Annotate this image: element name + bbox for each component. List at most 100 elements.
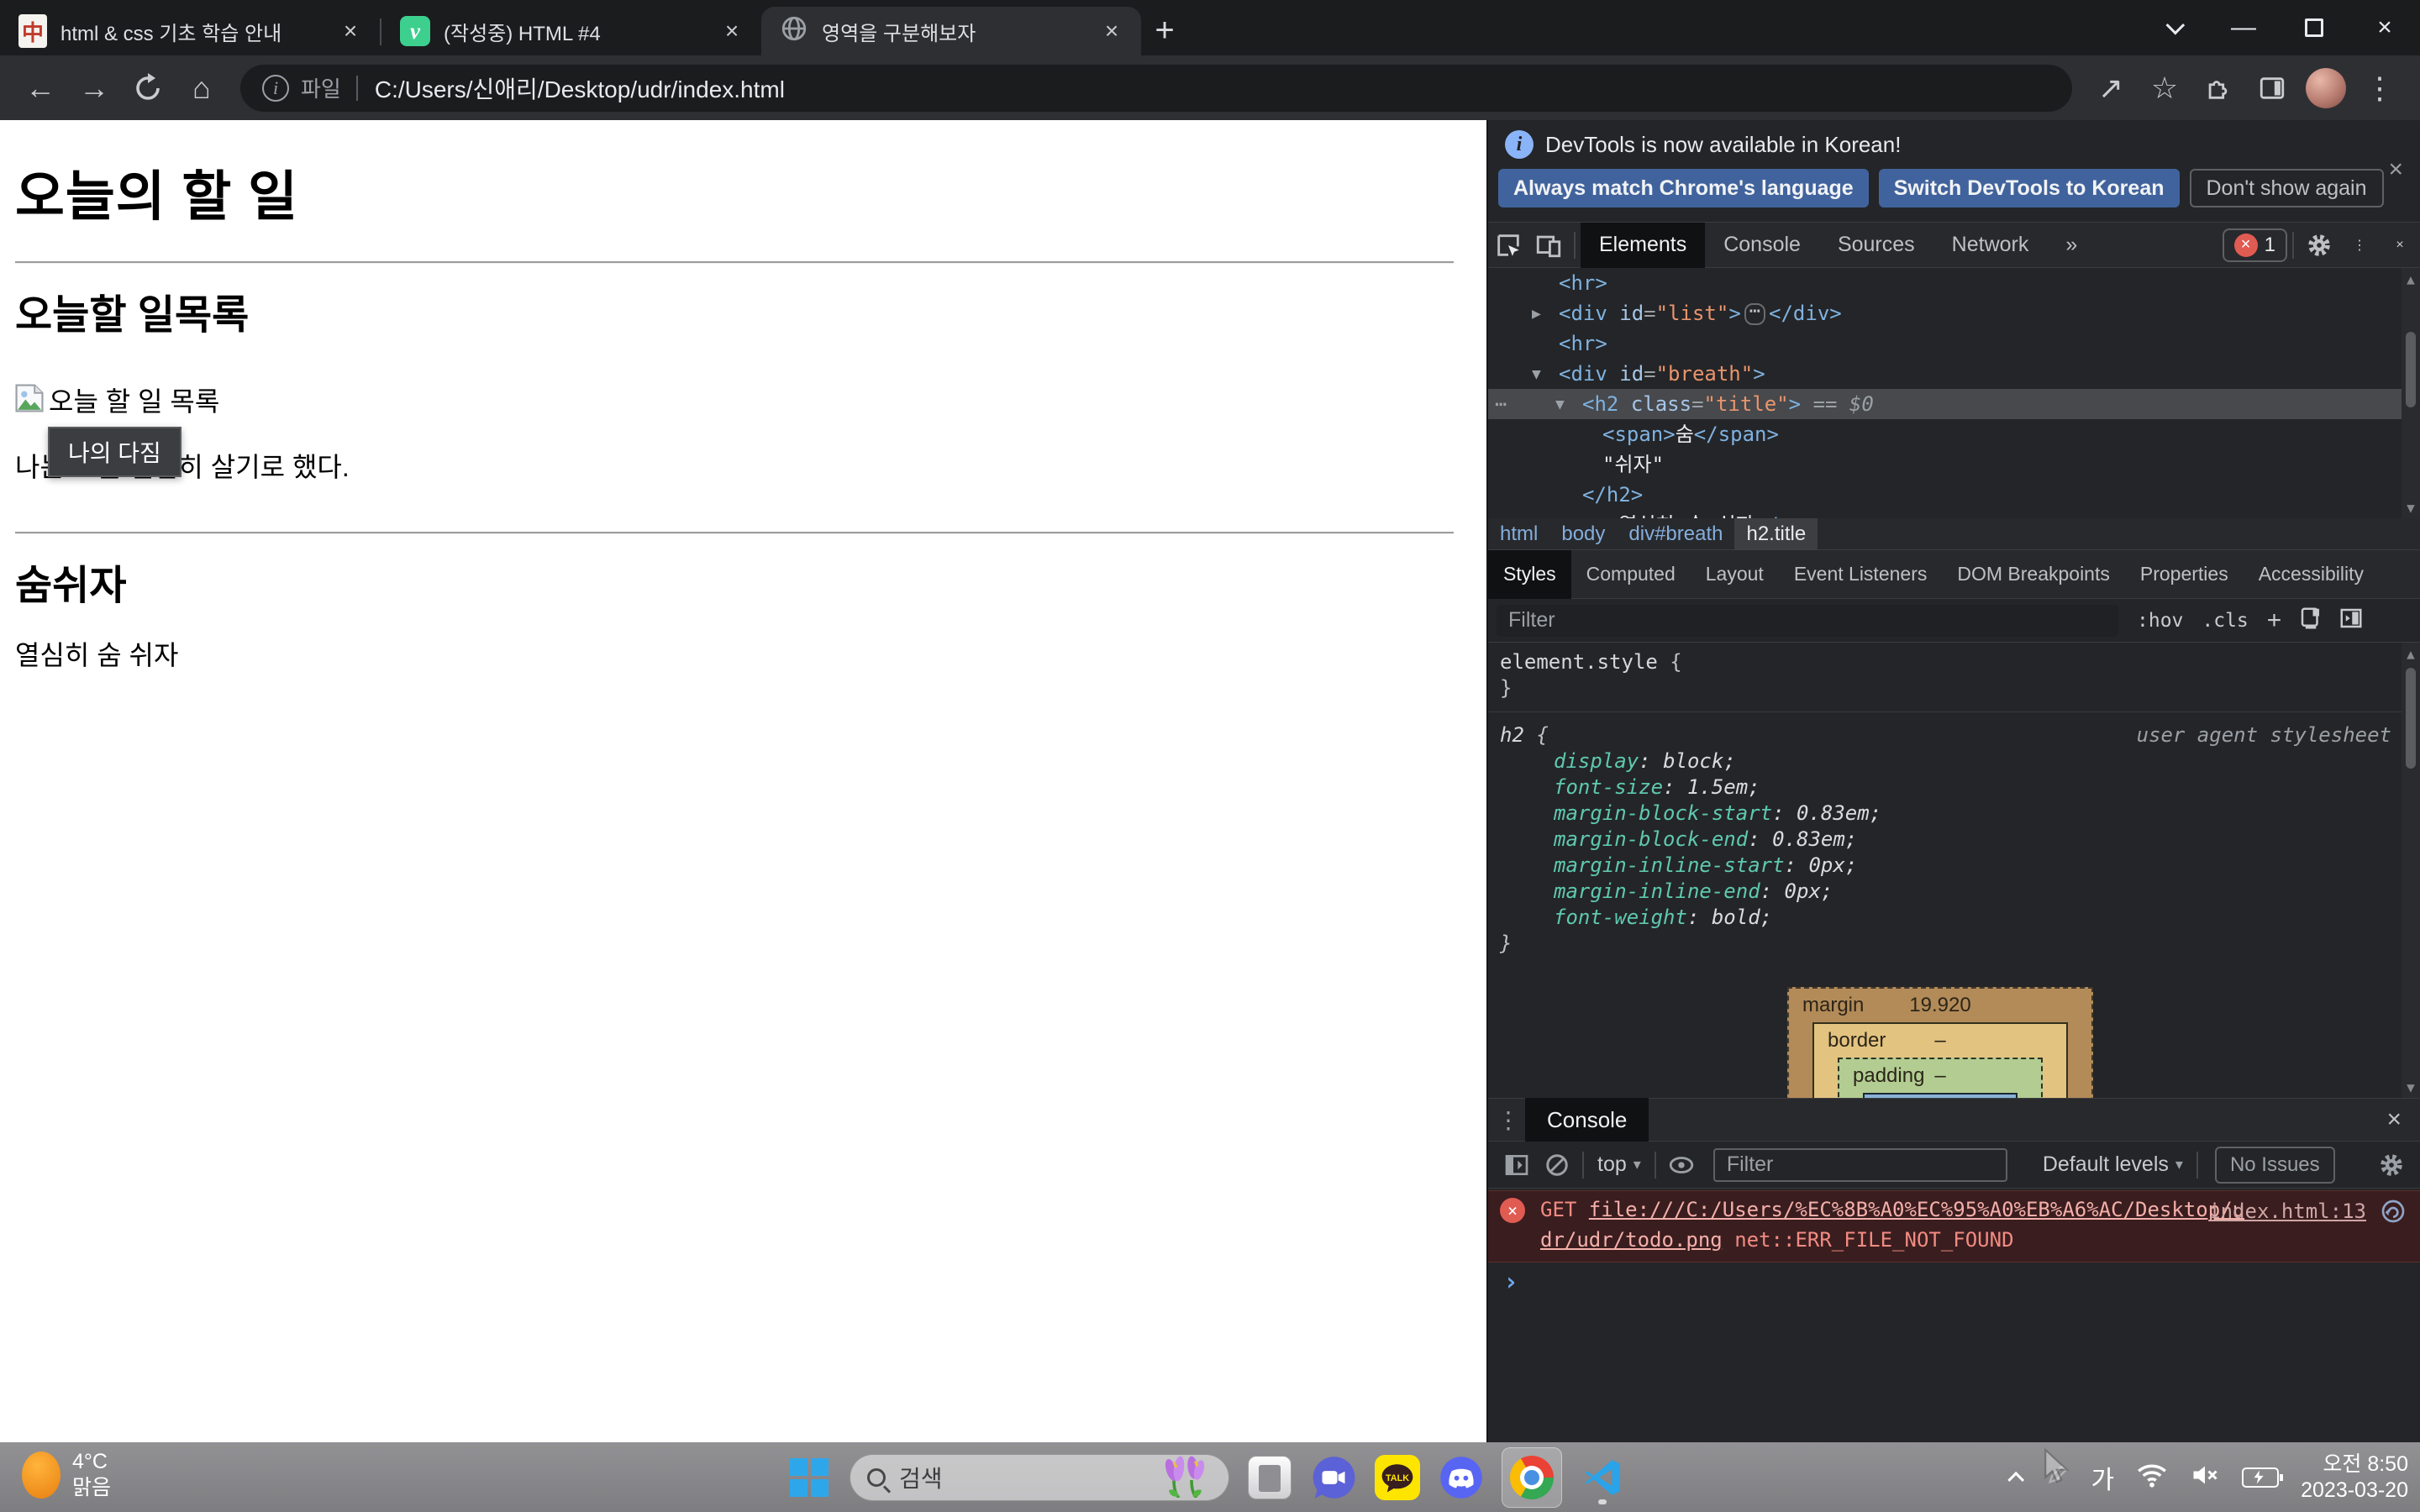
dom-node-hr[interactable]: <hr> — [1488, 268, 2420, 298]
seasonal-flowers-icon[interactable] — [1161, 1452, 1212, 1502]
tab-network[interactable]: Network — [1933, 223, 2048, 268]
tab-elements[interactable]: Elements — [1581, 222, 1706, 268]
console-levels-dropdown[interactable]: Default levels ▾ — [2043, 1152, 2183, 1177]
vscode-app-icon[interactable] — [1579, 1454, 1626, 1504]
breadcrumb-html[interactable]: html — [1488, 518, 1549, 550]
border-top-value[interactable]: – — [1814, 1029, 2066, 1053]
more-tabs-icon[interactable]: » — [2047, 223, 2096, 268]
dom-node-div-list[interactable]: ▶ <div id="list"> ⋯ </div> — [1488, 298, 2420, 328]
taskbar-clock[interactable]: 오전 8:50 2023-03-20 — [2301, 1452, 2408, 1504]
taskbar-weather-widget[interactable]: 4°C 맑음 — [22, 1449, 111, 1501]
discord-app-icon[interactable] — [1438, 1454, 1485, 1501]
box-model-margin[interactable]: margin 19.920 border – padding – — [1787, 987, 2093, 1098]
hidden-icons-chevron-icon[interactable] — [2007, 1471, 2024, 1488]
inspect-element-icon[interactable] — [1488, 225, 1528, 265]
profile-avatar[interactable] — [2306, 67, 2346, 108]
home-icon[interactable]: ⌂ — [175, 61, 229, 115]
dont-show-again-button[interactable]: Don't show again — [2189, 169, 2384, 207]
styles-scrollbar[interactable]: ▲ ▼ — [2402, 643, 2420, 1098]
error-url-link[interactable]: dr/udr/todo.png — [1540, 1228, 1723, 1252]
tab-computed[interactable]: Computed — [1571, 550, 1691, 599]
reload-icon[interactable] — [121, 61, 175, 115]
css-property[interactable]: margin-inline-end: 0px; — [1488, 879, 2420, 905]
side-panel-icon[interactable] — [2245, 61, 2299, 115]
dom-node-hr[interactable]: <hr> — [1488, 328, 2420, 359]
console-sidebar-toggle-icon[interactable] — [1497, 1145, 1537, 1185]
padding-top-value[interactable]: – — [1839, 1064, 2041, 1088]
scrollbar-thumb[interactable] — [2406, 668, 2416, 769]
live-expression-eye-icon[interactable] — [1661, 1145, 1702, 1185]
error-source-link[interactable]: index.html:13 — [2208, 1196, 2366, 1226]
devtools-settings-gear-icon[interactable] — [2299, 225, 2339, 265]
switch-to-korean-button[interactable]: Switch DevTools to Korean — [1878, 169, 2180, 207]
rendering-emulation-icon[interactable] — [2298, 606, 2323, 635]
console-close-icon[interactable]: × — [2386, 1105, 2402, 1134]
request-initiator-icon[interactable] — [2380, 1198, 2407, 1230]
url-text[interactable]: C:/Users/신애리/Desktop/udr/index.html — [375, 71, 785, 105]
address-bar[interactable]: i 파일 C:/Users/신애리/Desktop/udr/index.html — [240, 64, 2072, 112]
console-settings-gear-icon[interactable] — [2371, 1145, 2412, 1185]
window-close-button[interactable]: × — [2349, 0, 2420, 55]
browser-menu-kebab-icon[interactable]: ⋮ — [2353, 61, 2407, 115]
battery-charging-icon[interactable] — [2242, 1467, 2284, 1488]
back-icon[interactable]: ← — [13, 61, 67, 115]
css-property[interactable]: display: block; — [1488, 748, 2420, 774]
computed-sidebar-toggle-icon[interactable] — [2338, 606, 2364, 635]
share-icon[interactable]: ↗ — [2084, 61, 2138, 115]
margin-top-value[interactable]: 19.920 — [1789, 994, 2091, 1017]
dom-node-h2-selected[interactable]: ⋯ ▼ <h2 class="title"> == $0 — [1488, 389, 2420, 419]
dom-scrollbar[interactable]: ▲ ▼ — [2402, 268, 2420, 518]
minimize-button[interactable]: — — [2208, 0, 2279, 55]
chrome-app-icon-active[interactable] — [1502, 1446, 1562, 1508]
device-toolbar-icon[interactable] — [1528, 225, 1569, 265]
breadcrumb-h2-title[interactable]: h2.title — [1734, 517, 1818, 550]
node-menu-icon[interactable]: ⋯ — [1495, 389, 1507, 419]
scroll-up-icon[interactable]: ▲ — [2407, 268, 2415, 290]
scrollbar-thumb[interactable] — [2406, 332, 2416, 407]
extensions-puzzle-icon[interactable] — [2191, 61, 2245, 115]
taskbar-search[interactable]: 검색 — [850, 1452, 1229, 1502]
tab-close-icon[interactable]: × — [718, 17, 746, 45]
tab-active-local-page[interactable]: 영역을 구분해보자 × — [761, 7, 1141, 55]
tab-html-css-guide[interactable]: 中 html & css 기초 학습 안내 × — [0, 7, 380, 55]
video-call-app-icon[interactable] — [1310, 1454, 1357, 1501]
start-button[interactable] — [786, 1454, 833, 1501]
dom-node-div-breath[interactable]: ▼ <div id="breath"> — [1488, 359, 2420, 389]
tab-styles[interactable]: Styles — [1488, 549, 1571, 599]
dom-node-span[interactable]: <span>숨</span> — [1488, 419, 2420, 449]
console-context-selector[interactable]: top ▾ — [1597, 1152, 1641, 1177]
new-tab-button[interactable]: + — [1141, 7, 1188, 54]
tab-sources[interactable]: Sources — [1819, 223, 1933, 268]
drawer-menu-kebab-icon[interactable]: ⋮ — [1497, 1106, 1520, 1134]
toggle-class-editor[interactable]: .cls — [2202, 610, 2248, 632]
tab-event-listeners[interactable]: Event Listeners — [1779, 550, 1943, 599]
error-url-link[interactable]: file:///C:/Users/%EC%8B%A0%EC%95%A0%EB%A… — [1589, 1198, 2244, 1221]
forward-icon[interactable]: → — [67, 61, 121, 115]
tab-close-icon[interactable]: × — [1097, 17, 1126, 45]
ime-korean-indicator[interactable]: 가 — [2091, 1459, 2115, 1496]
devtools-menu-kebab-icon[interactable]: ⋮ — [2339, 225, 2380, 265]
tab-properties[interactable]: Properties — [2125, 550, 2244, 599]
scroll-up-icon[interactable]: ▲ — [2407, 643, 2415, 664]
match-language-button[interactable]: Always match Chrome's language — [1498, 169, 1869, 207]
css-property[interactable]: font-weight: bold; — [1488, 905, 2420, 931]
clear-console-icon[interactable] — [1537, 1145, 1577, 1185]
console-filter-input[interactable] — [1712, 1147, 2007, 1182]
tab-layout[interactable]: Layout — [1691, 550, 1779, 599]
tab-dom-breakpoints[interactable]: DOM Breakpoints — [1942, 550, 2125, 599]
dom-node-h2-close[interactable]: </h2> — [1488, 480, 2420, 510]
console-drawer-tab[interactable]: Console — [1525, 1098, 1649, 1142]
kakaotalk-app-icon[interactable]: TALK — [1374, 1454, 1421, 1501]
tab-close-icon[interactable]: × — [336, 17, 365, 45]
no-issues-button[interactable]: No Issues — [2214, 1146, 2335, 1184]
infobar-close-icon[interactable]: × — [2388, 155, 2403, 184]
collapsed-content-icon[interactable]: ⋯ — [1744, 302, 1766, 325]
box-model-border[interactable]: border – padding – — [1812, 1022, 2068, 1098]
scroll-down-icon[interactable]: ▼ — [2407, 1076, 2415, 1098]
console-prompt[interactable]: › — [1488, 1268, 2420, 1301]
element-style-rule[interactable]: element.style { — [1488, 649, 2420, 675]
styles-filter-input[interactable] — [1497, 604, 2118, 637]
box-model-padding[interactable]: padding – — [1838, 1058, 2043, 1098]
devtools-close-icon[interactable]: × — [2380, 225, 2420, 265]
tab-accessibility[interactable]: Accessibility — [2244, 550, 2379, 599]
